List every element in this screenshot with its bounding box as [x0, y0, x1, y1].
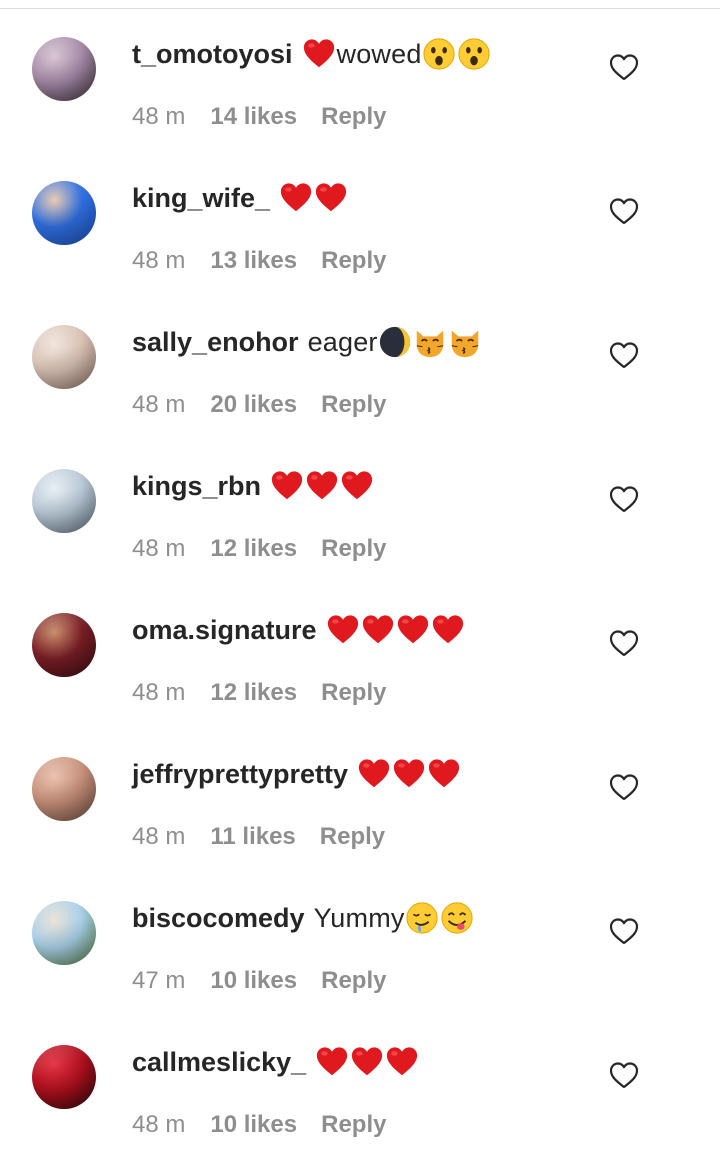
comment-time: 47 m [132, 967, 186, 994]
heart-outline-icon[interactable] [608, 52, 640, 82]
red-heart-emoji [317, 1047, 348, 1076]
comment-row: oma.signature 48 m 12 likes Reply [0, 576, 720, 720]
comment-time: 48 m [132, 823, 186, 850]
heart-outline-icon[interactable] [608, 1060, 640, 1090]
red-heart-emoji [352, 1047, 383, 1076]
comment-line: biscocomedy Yummy [132, 898, 475, 938]
comment-text: Yummy [313, 902, 405, 933]
comment-row: jeffryprettypretty 48 m 11 likes Reply [0, 720, 720, 864]
reply-button[interactable]: Reply [321, 679, 386, 707]
comment-line: king_wife_ [132, 178, 349, 218]
likes-count[interactable]: 20 likes [210, 391, 297, 419]
reply-button[interactable]: Reply [321, 1111, 386, 1139]
heart-outline-icon[interactable] [608, 196, 640, 226]
avatar[interactable] [32, 757, 96, 821]
reply-button[interactable]: Reply [321, 391, 386, 419]
comment-row: kings_rbn 48 m 12 likes Reply [0, 432, 720, 576]
reply-button[interactable]: Reply [321, 247, 386, 275]
comment-meta: 48 m 14 likes Reply [132, 100, 386, 134]
comment-meta: 48 m 20 likes Reply [132, 388, 386, 422]
comment-row: king_wife_ 48 m 13 likes Reply [0, 144, 720, 288]
likes-count[interactable]: 14 likes [210, 103, 297, 131]
crescent-moon-emoji [379, 326, 410, 358]
comment-line: sally_enohor eager [132, 322, 483, 362]
comment-line: t_omotoyosi wowed [132, 34, 492, 74]
avatar[interactable] [32, 37, 96, 101]
kissing-cat-emoji [416, 330, 443, 358]
username-link[interactable]: king_wife_ [132, 183, 270, 214]
reply-button[interactable]: Reply [320, 823, 385, 851]
comment-meta: 48 m 11 likes Reply [132, 820, 385, 854]
comment-time: 48 m [132, 103, 186, 130]
comment-row: callmeslicky_ 48 m 10 likes Reply [0, 1008, 720, 1151]
red-heart-emoji [393, 759, 425, 788]
comment-meta: 47 m 10 likes Reply [132, 964, 386, 998]
likes-count[interactable]: 13 likes [210, 247, 297, 275]
red-heart-emoji [315, 183, 347, 212]
username-link[interactable]: sally_enohor [132, 327, 299, 358]
avatar[interactable] [32, 901, 96, 965]
comment-line: kings_rbn [132, 466, 375, 506]
reply-button[interactable]: Reply [321, 967, 386, 995]
heart-outline-icon[interactable] [608, 916, 640, 946]
comment-text: wowed [336, 38, 422, 69]
likes-count[interactable]: 11 likes [210, 823, 295, 851]
astonished-face-emoji [422, 38, 455, 70]
heart-outline-icon[interactable] [608, 628, 640, 658]
red-heart-emoji [362, 615, 393, 644]
comment-row: sally_enohor eager 48 m 20 likes Reply [0, 288, 720, 432]
comment-meta: 48 m 12 likes Reply [132, 532, 386, 566]
heart-outline-icon[interactable] [608, 484, 640, 514]
comment-row: biscocomedy Yummy 47 m 10 likes Reply [0, 864, 720, 1008]
username-link[interactable]: kings_rbn [132, 471, 261, 502]
red-heart-emoji [428, 759, 460, 788]
comment-time: 48 m [132, 391, 186, 418]
kissing-cat-emoji [451, 330, 478, 358]
red-heart-emoji [341, 471, 373, 500]
red-heart-emoji [397, 615, 428, 644]
username-link[interactable]: jeffryprettypretty [132, 759, 348, 790]
avatar[interactable] [32, 613, 96, 677]
likes-count[interactable]: 12 likes [210, 679, 297, 707]
likes-count[interactable]: 10 likes [210, 967, 297, 995]
red-heart-emoji [280, 183, 312, 212]
comment-line: jeffryprettypretty [132, 754, 462, 794]
avatar[interactable] [32, 325, 96, 389]
red-heart-emoji [432, 615, 463, 644]
comment-line: callmeslicky_ [132, 1042, 420, 1082]
username-link[interactable]: callmeslicky_ [132, 1047, 306, 1078]
comment-time: 48 m [132, 535, 186, 562]
comment-text: eager [307, 326, 378, 357]
red-heart-emoji [303, 39, 334, 68]
yum-face-emoji [441, 902, 473, 934]
reply-button[interactable]: Reply [321, 103, 386, 131]
comment-time: 48 m [132, 679, 186, 706]
heart-outline-icon[interactable] [608, 340, 640, 370]
comment-time: 48 m [132, 1111, 186, 1138]
avatar[interactable] [32, 469, 96, 533]
avatar[interactable] [32, 181, 96, 245]
comment-row: t_omotoyosi wowed 48 m 14 likes Reply [0, 0, 720, 144]
avatar[interactable] [32, 1045, 96, 1109]
red-heart-emoji [306, 471, 338, 500]
red-heart-emoji [387, 1047, 418, 1076]
username-link[interactable]: biscocomedy [132, 903, 305, 934]
astonished-face-emoji [457, 38, 490, 70]
heart-outline-icon[interactable] [608, 772, 640, 802]
red-heart-emoji [358, 759, 390, 788]
reply-button[interactable]: Reply [321, 535, 386, 563]
drooling-face-emoji [406, 902, 438, 934]
username-link[interactable]: oma.signature [132, 615, 317, 646]
comment-meta: 48 m 12 likes Reply [132, 676, 386, 710]
likes-count[interactable]: 12 likes [210, 535, 297, 563]
likes-count[interactable]: 10 likes [210, 1111, 297, 1139]
red-heart-emoji [327, 615, 358, 644]
comment-time: 48 m [132, 247, 186, 274]
comment-line: oma.signature [132, 610, 466, 650]
comment-meta: 48 m 13 likes Reply [132, 244, 386, 278]
username-link[interactable]: t_omotoyosi [132, 39, 293, 70]
red-heart-emoji [271, 471, 303, 500]
comment-meta: 48 m 10 likes Reply [132, 1108, 386, 1142]
